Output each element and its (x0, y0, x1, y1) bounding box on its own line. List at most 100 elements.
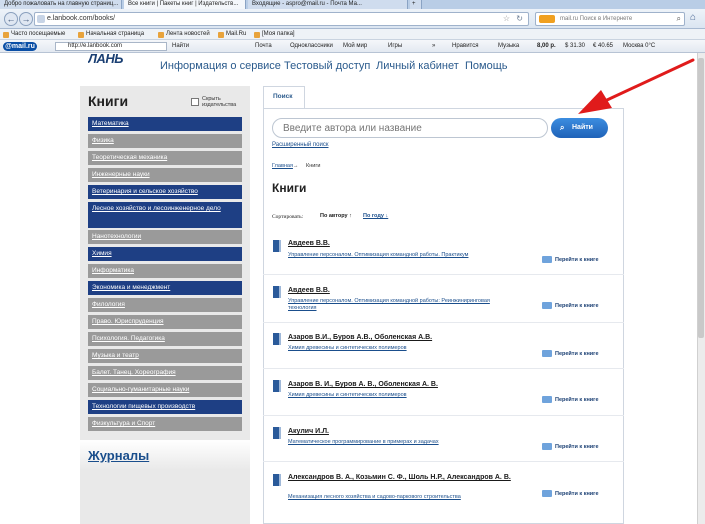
sidebar-category[interactable]: Нанотехнологии (88, 230, 242, 244)
folder-icon (254, 31, 260, 38)
sidebar-category[interactable]: Лесное хозяйство и лесоинженерное дело (88, 202, 242, 228)
book-author-link[interactable]: Авдеев В.В. (288, 286, 538, 295)
sidebar-category[interactable]: Физика (88, 134, 242, 148)
book-author-link[interactable]: Александров В. А., Козьмин С. Ф., Шоль Н… (288, 473, 533, 482)
book-author-link[interactable]: Акулич И.Л. (288, 427, 538, 436)
divider (263, 274, 624, 275)
home-icon[interactable]: ⌂ (690, 12, 696, 23)
goto-book-button[interactable]: Перейти к книге (542, 302, 599, 309)
divider (263, 415, 624, 416)
sidebar-category[interactable]: Экономика и менеджмент (88, 281, 242, 295)
sidebar-category[interactable]: Теоретическая механика (88, 151, 242, 165)
back-button[interactable]: ← (4, 12, 18, 26)
nav-personal-account[interactable]: Личный кабинет (376, 60, 459, 72)
sidebar-category[interactable]: Физкультура и Спорт (88, 417, 242, 431)
arrow-book-icon (542, 443, 552, 450)
arrow-book-icon (542, 396, 552, 403)
bookmark-star-icon[interactable]: ☆ (503, 13, 510, 25)
hide-publishers-checkbox[interactable] (191, 98, 199, 106)
bookmark-item[interactable]: Начальная страница (78, 29, 144, 39)
sidebar-category[interactable]: Химия (88, 247, 242, 261)
sidebar-category[interactable]: Право. Юриспруденция (88, 315, 242, 329)
book-title-link[interactable]: Химия древесины и синтетических полимеро… (288, 392, 518, 399)
bookmark-item[interactable]: Mail.Ru (218, 29, 246, 39)
book-icon (273, 333, 281, 345)
mailru-weather[interactable]: Москва 0°C (623, 40, 655, 52)
sort-by-year[interactable]: По году ↓ (363, 213, 388, 219)
book-title-link[interactable]: Механизация лесного хозяйства и садово-п… (288, 494, 518, 501)
sidebar-category[interactable]: Ветеринария и сельское хозяйство (88, 185, 242, 199)
arrow-book-icon (542, 490, 552, 497)
book-title-link[interactable]: Математическое программирование в пример… (288, 439, 518, 446)
browser-tab-active[interactable]: Все книги | Пакеты книг | Издательств... (124, 0, 246, 9)
mailru-toolbar: @mail.ru http://e.lanbook.com Найти Почт… (0, 40, 705, 53)
sidebar-category[interactable]: Музыка и театр (88, 349, 242, 363)
book-author-link[interactable]: Азаров В.И., Буров А.В., Оболенская А.В. (288, 333, 538, 342)
goto-book-button[interactable]: Перейти к книге (542, 256, 599, 263)
book-title-link[interactable]: Управление персоналом. Оптимизация коман… (288, 252, 518, 259)
search-input[interactable] (272, 118, 548, 138)
tab-search[interactable]: Поиск (263, 86, 305, 108)
nav-help[interactable]: Помощь (465, 60, 508, 72)
mailru-games-link[interactable]: Игры (388, 40, 402, 52)
sort-label: Сортировать: (272, 214, 304, 220)
breadcrumb-home[interactable]: Главная (272, 163, 293, 169)
book-author-link[interactable]: Авдеев В.В. (288, 239, 538, 248)
sidebar-category[interactable]: Психология. Педагогика (88, 332, 242, 346)
search-icon[interactable]: ⌕ (677, 13, 681, 25)
new-tab-button[interactable]: + (410, 0, 422, 9)
sidebar-category[interactable]: Балет. Танец. Хореография (88, 366, 242, 380)
mailru-ok-link[interactable]: Одноклассники (290, 40, 333, 52)
book-title-link[interactable]: Управление персоналом. Оптимизация коман… (288, 298, 503, 312)
search-button[interactable]: ⌕ Найти (551, 118, 608, 138)
sidebar-category[interactable]: Информатика (88, 264, 242, 278)
mailru-myworld-link[interactable]: Мой мир (343, 40, 367, 52)
nav-about-service[interactable]: Информация о сервисе (160, 60, 281, 72)
site-logo[interactable]: ЛАНЬ (88, 53, 123, 64)
sidebar-category[interactable]: Технологии пищевых производств (88, 400, 242, 414)
bookmark-item[interactable]: Часто посещаемые (3, 29, 65, 39)
sidebar-category[interactable]: Филология (88, 298, 242, 312)
search-engine-icon[interactable] (539, 15, 555, 23)
goto-book-button[interactable]: Перейти к книге (542, 396, 599, 403)
mailru-more-button[interactable]: » (432, 40, 435, 52)
goto-book-button[interactable]: Перейти к книге (542, 350, 599, 357)
sidebar-category[interactable]: Инженерные науки (88, 168, 242, 182)
mailru-url-field[interactable]: http://e.lanbook.com (55, 42, 167, 51)
address-bar[interactable]: e.lanbook.com/books/ ☆ ↻ (34, 12, 529, 26)
sort-by-author[interactable]: По автору ↑ (320, 213, 352, 219)
page-icon (218, 31, 224, 38)
advanced-search-link[interactable]: Расширенный поиск (272, 142, 329, 148)
nav-test-access[interactable]: Тестовый доступ (284, 60, 370, 72)
bookmark-item[interactable]: Лента новостей (158, 29, 210, 39)
mailru-logo[interactable]: @mail.ru (3, 42, 37, 51)
sidebar-category[interactable]: Социально-гуманитарные науки (88, 383, 242, 397)
sidebar-category[interactable]: Математика (88, 117, 242, 131)
page-icon (158, 31, 164, 38)
browser-tab[interactable]: Входящие - aspro@mail.ru - Почта Ма... (248, 0, 408, 9)
reload-icon[interactable]: ↻ (516, 13, 523, 25)
browser-tab[interactable]: Добро пожаловать на главную страниц... (0, 0, 122, 9)
book-title-link[interactable]: Химия древесины и синтетических полимеро… (288, 345, 518, 352)
mailru-music-link[interactable]: Музыка (498, 40, 519, 52)
address-url: e.lanbook.com/books/ (47, 15, 116, 22)
goto-book-button[interactable]: Перейти к книге (542, 490, 599, 497)
mailru-find-button[interactable]: Найти (172, 40, 189, 52)
forward-button[interactable]: → (19, 12, 33, 26)
bookmark-item[interactable]: [Моя папка] (254, 29, 295, 39)
book-author-link[interactable]: Азаров В. И., Буров А. В., Оболенская А.… (288, 380, 538, 389)
browser-search-field[interactable]: mail.ru Поиск в Интернете ⌕ (535, 12, 685, 26)
mailru-mail-link[interactable]: Почта (255, 40, 272, 52)
search-icon: ⌕ (560, 123, 565, 132)
page-title: Книги (272, 181, 307, 195)
bookmarks-bar: Часто посещаемые Начальная страница Лент… (0, 29, 705, 40)
book-icon (273, 427, 281, 439)
site-favicon-icon (37, 15, 45, 23)
folder-icon (3, 31, 9, 38)
scrollbar-thumb[interactable] (698, 58, 704, 338)
mailru-balance[interactable]: 8,00 р. (537, 40, 556, 52)
divider (263, 368, 624, 369)
journals-link[interactable]: Журналы (88, 448, 149, 463)
goto-book-button[interactable]: Перейти к книге (542, 443, 599, 450)
mailru-like-button[interactable]: Нравится (452, 40, 478, 52)
